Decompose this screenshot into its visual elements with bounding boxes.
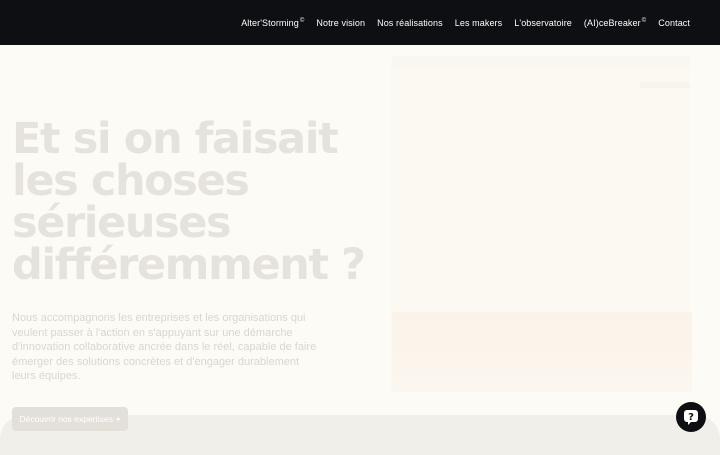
nav-item-label: Les makers (454, 17, 503, 28)
main-nav: Alter'Storming © Notre vision Nos réalisa… (241, 0, 690, 45)
nav-item-nos-realisations[interactable]: Nos réalisations (377, 18, 443, 28)
nav-item-label: (AI)ceBreaker (583, 17, 641, 28)
nav-item-notre-vision[interactable]: Notre vision (316, 18, 365, 28)
nav-item-label: Contact (658, 17, 690, 28)
svg-text:?: ? (688, 412, 694, 423)
help-button[interactable]: ? (676, 402, 706, 432)
nav-item-alterstorming[interactable]: Alter'Storming © (241, 18, 304, 28)
cta-label: Découvrir nos expertises (19, 414, 114, 424)
hero-title: Et si on faisait les choses sérieuses di… (12, 114, 366, 290)
faded-card-placeholder (392, 312, 692, 392)
top-navigation-bar: Alter'Storming © Notre vision Nos réalisa… (0, 0, 720, 45)
registered-mark: © (299, 17, 305, 24)
nav-item-label: Notre vision (316, 17, 366, 28)
nav-item-icebreaker[interactable]: (AI)ceBreaker © (584, 18, 646, 28)
nav-item-observatoire[interactable]: L'observatoire (514, 18, 572, 28)
faded-decor-strip (392, 56, 690, 68)
registered-mark: © (641, 17, 647, 24)
nav-item-les-makers[interactable]: Les makers (455, 18, 503, 28)
nav-item-contact[interactable]: Contact (658, 18, 690, 28)
faded-decor-strip (640, 82, 690, 88)
hero-description: Nous accompagnons les entreprises et les… (12, 312, 317, 382)
chevron-right-icon: ▸ (117, 415, 121, 423)
nav-item-label: Alter'Storming (241, 17, 299, 28)
question-mark-icon: ? (684, 410, 698, 425)
nav-item-label: L'observatoire (514, 17, 572, 28)
nav-item-label: Nos réalisations (377, 17, 443, 28)
discover-expertises-button[interactable]: Découvrir nos expertises ▸ (12, 407, 128, 431)
